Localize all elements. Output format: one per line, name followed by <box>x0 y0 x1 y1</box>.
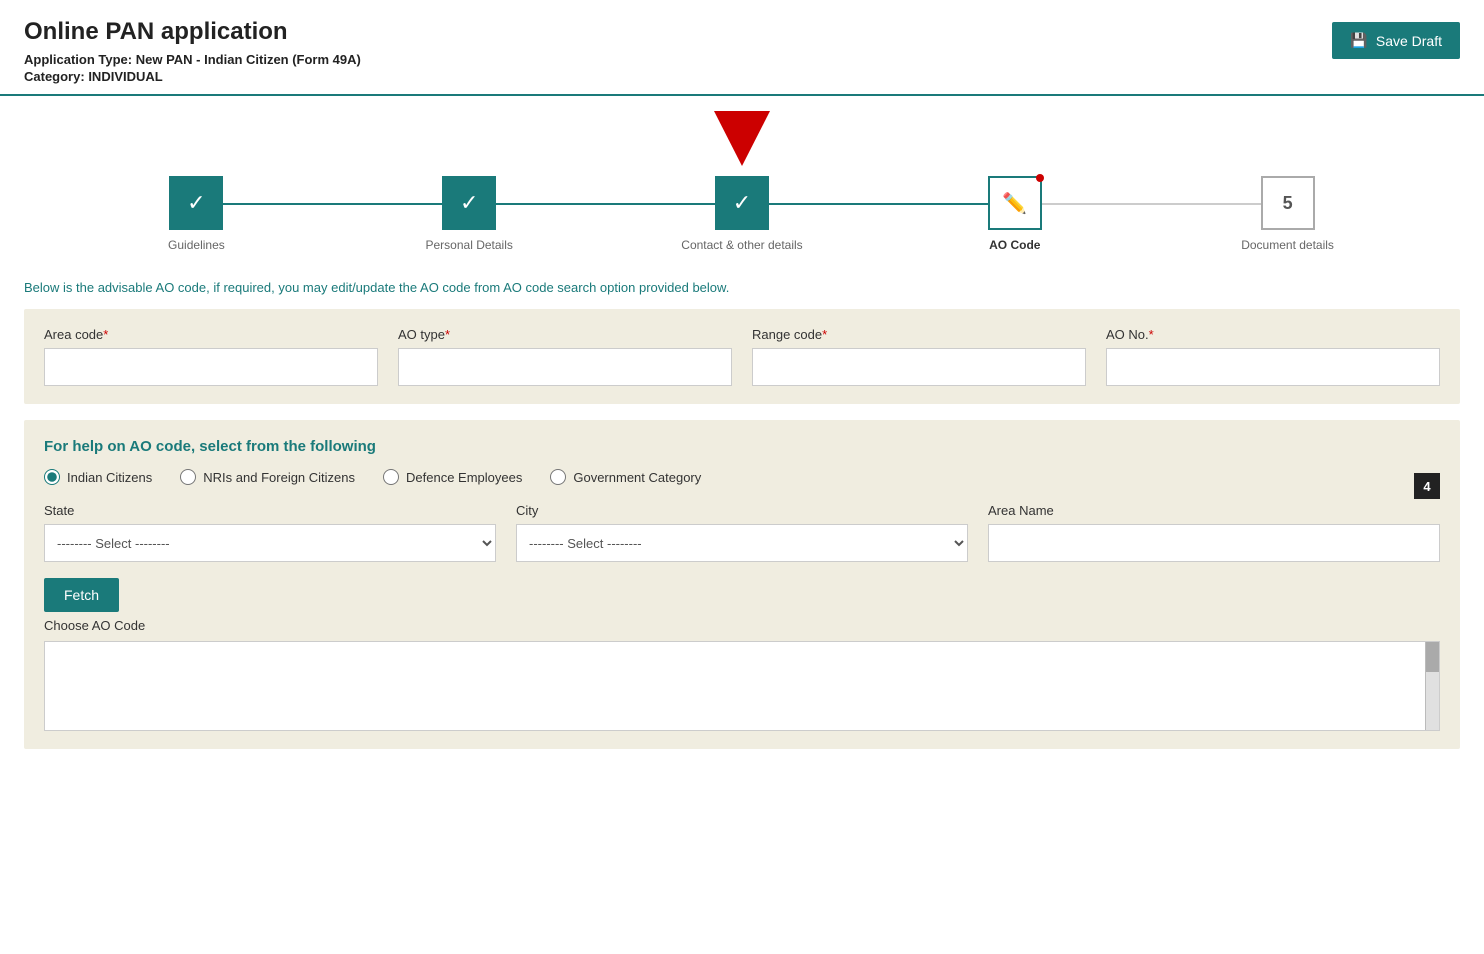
red-arrow-icon <box>714 111 770 166</box>
range-code-label: Range code* <box>752 327 1086 342</box>
ao-type-input[interactable] <box>398 348 732 386</box>
page-header: Online PAN application Application Type:… <box>0 0 1484 94</box>
step-circle-contact: ✓ <box>715 176 769 230</box>
area-name-label: Area Name <box>988 503 1440 518</box>
app-type-info: Application Type: New PAN - Indian Citiz… <box>24 52 1460 67</box>
step-document-details: 5 Document details <box>1151 176 1424 252</box>
step-ao-code: ✏️ AO Code <box>878 176 1151 252</box>
area-name-item: Area Name <box>988 503 1440 562</box>
radio-input-nri[interactable] <box>180 469 196 485</box>
area-code-input[interactable] <box>44 348 378 386</box>
progress-stepper: ✓ Guidelines ✓ Personal Details ✓ Contac… <box>0 166 1484 272</box>
radio-nri[interactable]: NRIs and Foreign Citizens <box>180 469 355 485</box>
ao-no-label: AO No.* <box>1106 327 1440 342</box>
range-code-input[interactable] <box>752 348 1086 386</box>
help-title: For help on AO code, select from the fol… <box>44 438 1440 455</box>
area-code-label: Area code* <box>44 327 378 342</box>
step-circle-guidelines: ✓ <box>169 176 223 230</box>
ao-type-field: AO type* <box>398 327 732 386</box>
step-circle-personal: ✓ <box>442 176 496 230</box>
state-dropdown-item: State -------- Select -------- <box>44 503 496 562</box>
info-text: Below is the advisable AO code, if requi… <box>0 272 1484 309</box>
arrow-indicator <box>0 96 1484 166</box>
area-code-field: Area code* <box>44 327 378 386</box>
city-dropdown-item: City -------- Select -------- <box>516 503 968 562</box>
choose-ao-label: Choose AO Code <box>44 618 1440 633</box>
range-code-field: Range code* <box>752 327 1086 386</box>
step-contact-details: ✓ Contact & other details <box>606 176 879 252</box>
radio-defence[interactable]: Defence Employees <box>383 469 522 485</box>
save-draft-button[interactable]: 💾 Save Draft <box>1332 22 1460 59</box>
state-label: State <box>44 503 496 518</box>
step-guidelines: ✓ Guidelines <box>60 176 333 252</box>
page-title: Online PAN application <box>24 18 1460 46</box>
ao-type-label: AO type* <box>398 327 732 342</box>
help-section: For help on AO code, select from the fol… <box>24 420 1460 749</box>
radio-govt[interactable]: Government Category <box>550 469 701 485</box>
ao-no-field: AO No.* <box>1106 327 1440 386</box>
citizen-type-radio-group: Indian Citizens NRIs and Foreign Citizen… <box>44 469 701 485</box>
radio-indian-citizens[interactable]: Indian Citizens <box>44 469 152 485</box>
step-personal-details: ✓ Personal Details <box>333 176 606 252</box>
radio-input-govt[interactable] <box>550 469 566 485</box>
ao-fields-section: Area code* AO type* Range code* AO No.* <box>24 309 1460 404</box>
city-select[interactable]: -------- Select -------- <box>516 524 968 562</box>
state-select[interactable]: -------- Select -------- <box>44 524 496 562</box>
badge-4: 4 <box>1414 473 1440 499</box>
step-dot-ao <box>1036 174 1044 182</box>
location-dropdowns-row: State -------- Select -------- City ----… <box>44 503 1440 562</box>
save-icon: 💾 <box>1350 32 1367 49</box>
scrollbar-thumb[interactable] <box>1426 642 1439 672</box>
step-circle-ao-code: ✏️ <box>988 176 1042 230</box>
category-info: Category: INDIVIDUAL <box>24 69 1460 84</box>
area-name-input[interactable] <box>988 524 1440 562</box>
city-label: City <box>516 503 968 518</box>
scrollbar[interactable] <box>1425 642 1439 730</box>
radio-input-indian[interactable] <box>44 469 60 485</box>
step-circle-docs: 5 <box>1261 176 1315 230</box>
fetch-button[interactable]: Fetch <box>44 578 119 612</box>
ao-no-input[interactable] <box>1106 348 1440 386</box>
ao-table-area <box>44 641 1440 731</box>
radio-input-defence[interactable] <box>383 469 399 485</box>
